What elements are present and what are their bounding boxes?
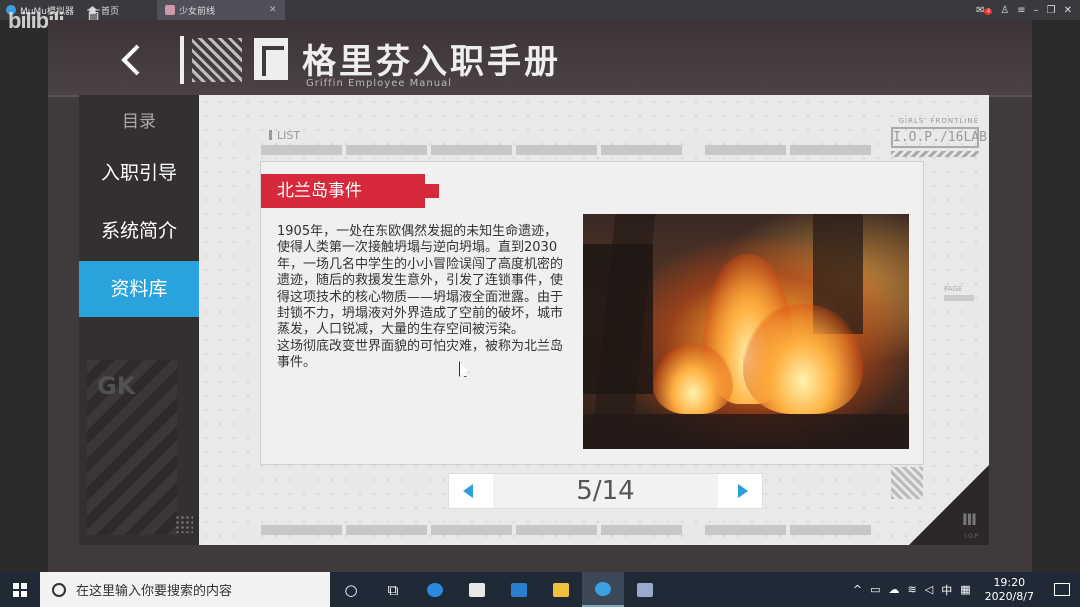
clock-time: 19:20 [993,575,1026,589]
mail-app-icon[interactable] [498,572,540,607]
page-subtitle: Griffin Employee Manual [306,78,453,89]
prev-page-button[interactable] [449,474,489,508]
corner-sub-text: I.O.P. [964,533,979,540]
search-icon [52,582,66,597]
game-taskbar-icon[interactable] [624,572,666,607]
article-title: 北兰岛事件 [261,174,439,208]
logo-main-text: I.O.P./16LAB [891,127,987,148]
volume-icon[interactable]: ◁ [925,583,933,596]
game-tab-icon [164,5,175,15]
article-illustration [583,214,909,449]
next-page-button[interactable] [722,474,762,508]
emulator-title-bar: MuMu模拟器 首页 少女前线 ✕ ✉ 4 ♙ ≡ – ❐ ✕ [0,0,1080,20]
ime-indicator[interactable]: 中 [941,582,952,598]
chevron-up-icon[interactable]: ^ [853,583,862,596]
battery-icon[interactable]: ▭ [870,583,880,596]
bottom-bar-row [261,525,871,535]
clock-date: 2020/8/7 [984,589,1034,603]
page-tag: PAGE [944,285,963,293]
game-screen: 格里芬入职手册 Griffin Employee Manual 目录 入职引导 … [48,20,1032,572]
notification-icon[interactable] [1054,583,1070,596]
sidebar-item-database[interactable]: 资料库 [79,261,207,317]
dots-decoration [175,515,193,533]
header-decoration [180,36,244,84]
tab-game[interactable]: 少女前线 ✕ [156,0,285,20]
menu-icon[interactable]: ≡ [1017,5,1025,16]
mail-badge: 4 [984,7,993,15]
window-controls: ✉ 4 ♙ ≡ – ❐ ✕ [976,5,1080,16]
page-title: 格里芬入职手册 [302,42,561,82]
main-panel: LIST GIRLS' FRONTLINE I.O.P./16LAB PAGE … [199,95,989,545]
task-view-icon[interactable]: ⧉ [372,572,414,607]
griffin-emblem: GK [87,360,177,535]
mumu-taskbar-icon[interactable] [582,572,624,607]
hatch-decoration [891,467,923,499]
minimize-icon[interactable]: – [1034,5,1039,16]
logo-top-text: GIRLS' FRONTLINE [898,117,979,125]
cloud-icon[interactable]: ☁ [889,583,900,596]
back-button[interactable] [118,42,148,78]
file-explorer-icon[interactable] [540,572,582,607]
search-placeholder: 在这里输入你要搜索的内容 [76,584,233,599]
pagination: 5/14 [448,473,763,509]
sidebar: 目录 入职引导 系统简介 资料库 GK [79,95,207,545]
list-label: LIST [269,129,300,142]
emblem-text: GK [97,372,136,400]
wifi-icon[interactable]: ≋ [908,583,917,596]
top-bar-row [261,145,871,155]
system-tray: ^ ▭ ☁ ≋ ◁ 中 ▦ 19:20 2020/8/7 [853,576,1080,604]
sidebar-item-system-intro[interactable]: 系统简介 [79,203,199,259]
article-card: 北兰岛事件 1905年，一处在东欧偶然发掘的未知生命遗迹，使得人类第一次接触坍塌… [260,161,924,465]
taskbar-search[interactable]: 在这里输入你要搜索的内容 [40,572,330,607]
user-icon[interactable]: ♙ [1000,5,1009,16]
game-header: 格里芬入职手册 Griffin Employee Manual [48,20,1032,97]
chevron-left-icon [121,44,140,76]
clock[interactable]: 19:20 2020/8/7 [985,576,1034,604]
iop-logo: GIRLS' FRONTLINE I.O.P./16LAB [891,117,987,161]
start-button[interactable] [0,572,40,607]
sidebar-item-onboarding[interactable]: 入职引导 [79,145,199,201]
close-tab-icon[interactable]: ✕ [269,5,277,15]
close-icon[interactable]: ✕ [1064,5,1072,16]
sidebar-heading: 目录 [122,112,156,132]
manual-icon [254,38,288,80]
keyboard-icon[interactable]: ▦ [960,583,970,596]
tab-game-label: 少女前线 [178,6,215,17]
iop-corner-icon: Ⅲ [961,510,977,529]
article-body: 1905年，一处在东欧偶然发掘的未知生命遗迹，使得人类第一次接触坍塌与逆向坍塌。… [277,224,564,371]
cortana-icon[interactable]: ○ [330,572,372,607]
taskbar: 在这里输入你要搜索的内容 ○ ⧉ ^ ▭ ☁ ≋ ◁ 中 ▦ 19:20 202… [0,572,1080,607]
page-indicator: 5/14 [493,474,718,508]
mail-icon[interactable]: ✉ 4 [976,5,993,16]
restore-icon[interactable]: ❐ [1047,5,1056,16]
store-icon[interactable] [456,572,498,607]
edge-icon[interactable] [414,572,456,607]
